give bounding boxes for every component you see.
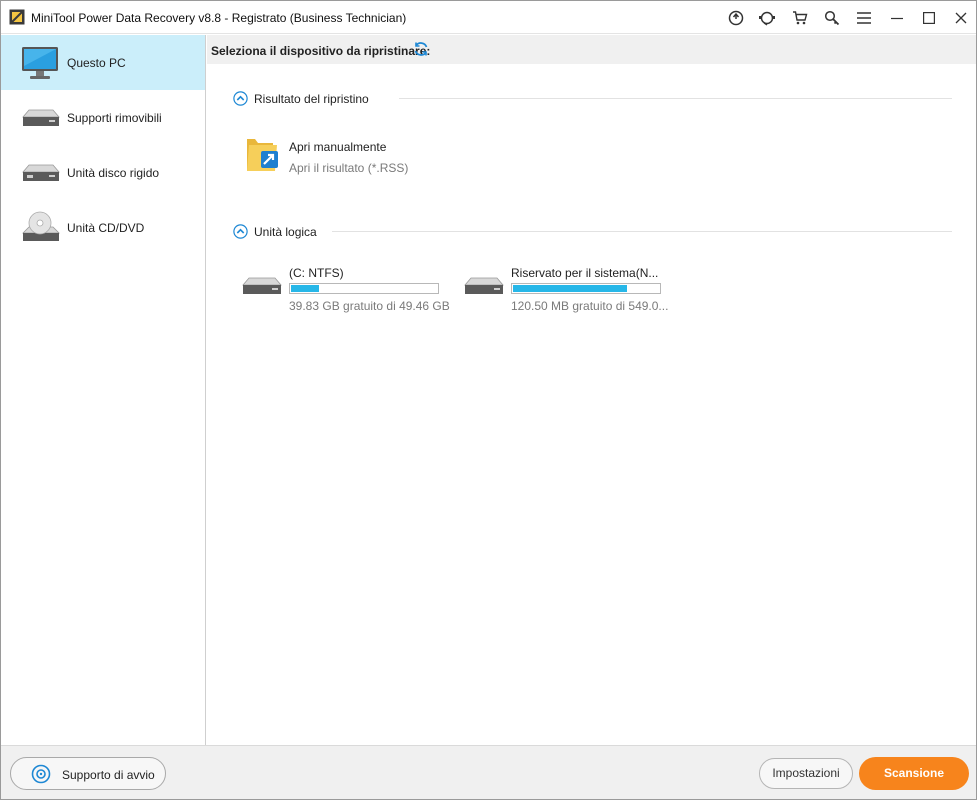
section-divider <box>332 231 952 232</box>
hard-disk-icon <box>19 154 61 192</box>
minimize-icon[interactable] <box>886 7 908 29</box>
folder-open-icon <box>243 133 279 175</box>
sidebar-item-supporti-rimovibili[interactable]: Supporti rimovibili <box>1 90 205 145</box>
drive-info: 39.83 GB gratuito di 49.46 GB <box>289 299 450 313</box>
boot-media-button[interactable]: Supporto di avvio <box>10 757 166 790</box>
main-panel: Seleziona il dispositivo da ripristinare… <box>207 35 976 745</box>
drive-item[interactable]: (C: NTFS) 39.83 GB gratuito di 49.46 GB <box>241 265 451 315</box>
recovery-result-section-header[interactable]: Risultato del ripristino <box>233 89 393 109</box>
logical-drive-section-header[interactable]: Unità logica <box>233 222 353 242</box>
window-title: MiniTool Power Data Recovery v8.8 - Regi… <box>31 11 407 25</box>
drive-item[interactable]: Riservato per il sistema(N... 120.50 MB … <box>463 265 673 315</box>
scan-button[interactable]: Scansione <box>859 757 969 790</box>
hard-disk-icon <box>463 273 505 301</box>
drive-usage-bar <box>289 283 439 294</box>
open-manually-item[interactable]: Apri manualmente Apri il risultato (*.RS… <box>243 133 443 177</box>
monitor-icon <box>19 44 61 82</box>
main-header: Seleziona il dispositivo da ripristinare… <box>207 35 976 64</box>
section-title: Risultato del ripristino <box>254 92 369 106</box>
sidebar-item-label: Questo PC <box>67 56 126 70</box>
sidebar-item-unita-cd-dvd[interactable]: Unità CD/DVD <box>1 200 205 255</box>
title-bar: MiniTool Power Data Recovery v8.8 - Regi… <box>1 1 976 34</box>
boot-disc-icon <box>31 764 51 784</box>
sidebar-item-label: Unità CD/DVD <box>67 221 145 235</box>
sidebar-item-label: Unità disco rigido <box>67 166 160 180</box>
maximize-icon[interactable] <box>918 7 940 29</box>
refresh-icon[interactable] <box>413 41 429 57</box>
drive-info: 120.50 MB gratuito di 549.0... <box>511 299 669 313</box>
menu-icon[interactable] <box>853 7 875 29</box>
footer-bar: Supporto di avvio Impostazioni Scansione <box>1 745 976 799</box>
boot-media-label: Supporto di avvio <box>62 768 155 782</box>
drive-usage-fill <box>291 285 319 292</box>
app-logo-icon <box>9 9 25 25</box>
search-key-icon[interactable] <box>821 7 843 29</box>
settings-button[interactable]: Impostazioni <box>759 758 853 789</box>
open-manually-title: Apri manualmente <box>289 140 387 154</box>
cd-dvd-icon <box>19 209 61 247</box>
sidebar-item-unita-disco-rigido[interactable]: Unità disco rigido <box>1 145 205 200</box>
close-icon[interactable] <box>950 7 972 29</box>
drive-usage-bar <box>511 283 661 294</box>
section-divider <box>399 98 952 99</box>
section-title: Unità logica <box>254 225 317 239</box>
open-manually-subtitle: Apri il risultato (*.RSS) <box>289 161 409 175</box>
chevron-up-icon[interactable] <box>233 224 248 239</box>
hard-disk-icon <box>241 273 283 301</box>
drive-usage-fill <box>513 285 627 292</box>
chevron-up-icon[interactable] <box>233 91 248 106</box>
drive-name: Riservato per il sistema(N... <box>511 266 659 280</box>
removable-drive-icon <box>19 99 61 137</box>
sidebar-item-questo-pc[interactable]: Questo PC <box>1 35 205 90</box>
device-sidebar: Questo PC Supporti rimovibili Unità disc… <box>1 35 206 745</box>
select-device-heading: Seleziona il dispositivo da ripristinare… <box>211 44 431 58</box>
drive-name: (C: NTFS) <box>289 266 344 280</box>
upgrade-icon[interactable] <box>725 7 747 29</box>
app-window: MiniTool Power Data Recovery v8.8 - Regi… <box>0 0 977 800</box>
sidebar-item-label: Supporti rimovibili <box>67 111 162 125</box>
support-icon[interactable] <box>756 7 778 29</box>
cart-icon[interactable] <box>789 7 811 29</box>
